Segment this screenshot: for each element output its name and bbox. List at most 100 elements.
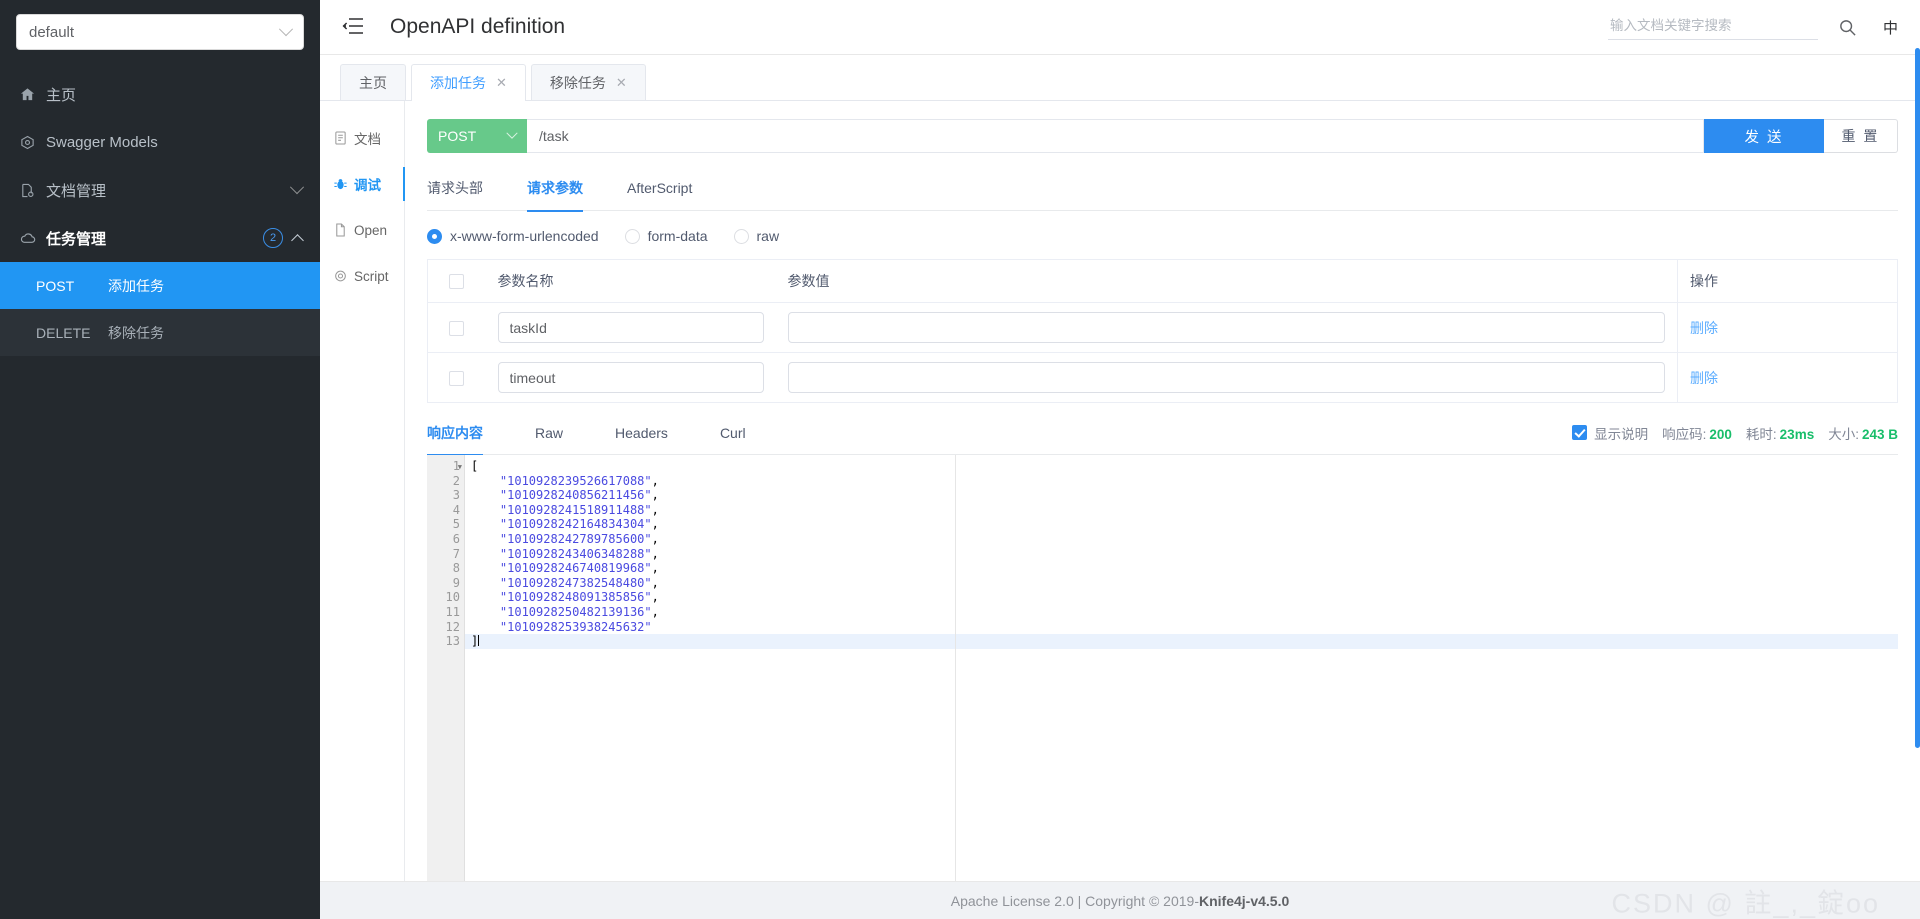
param-value-input[interactable] (787, 362, 1665, 393)
sidebar-subitem-add-task[interactable]: POST 添加任务 (0, 262, 320, 309)
body-type-radio-group: x-www-form-urlencoded form-data raw (427, 215, 1898, 257)
select-all-checkbox[interactable] (449, 274, 465, 290)
leftnav-item-doc[interactable]: 文档 (320, 115, 404, 161)
response-body-editor[interactable]: 1 ▼ 2 3 4 5 6 7 8 9 10 11 12 13 [ "101092823952661708… (427, 455, 1898, 881)
http-method-select[interactable]: POST (427, 119, 527, 153)
sidebar-subitem-remove-task[interactable]: DELETE 移除任务 (0, 309, 320, 356)
search-wrap (1607, 14, 1857, 40)
reset-button[interactable]: 重 置 (1824, 119, 1898, 153)
leftnav-item-script[interactable]: Script (320, 253, 404, 299)
sidebar-item-label-doc: 文档管理 (46, 182, 107, 200)
sidebar-nav: 主页 Swagger Models 文档管理 任务管理 2 POST 添加任务 … (0, 70, 320, 356)
sidebar-subitem-method-post: POST (36, 277, 75, 294)
chevron-up-icon[interactable] (291, 233, 304, 247)
tab-label-remove-task: 移除任务 (549, 74, 606, 91)
radio-form-data[interactable]: form-data (624, 228, 708, 244)
language-toggle[interactable]: 中 (1883, 17, 1898, 38)
row-value-cell (775, 352, 1678, 403)
editor-code-line: "1010928239526617088", (499, 473, 659, 488)
sidebar-subitem-label-add-task: 添加任务 (108, 277, 164, 294)
editor-code-line: "1010928240856211456", (499, 488, 659, 503)
main-panel: OpenAPI definition 中 主页 添加任务 ✕ 移除任务 ✕ (320, 0, 1920, 919)
editor-line-number: 6 (452, 531, 460, 546)
search-icon[interactable] (1838, 18, 1857, 40)
request-url-input[interactable] (527, 119, 1704, 153)
elapsed-meta: 耗时: 23ms (1746, 423, 1814, 443)
radio-label-raw: raw (756, 228, 780, 244)
response-tab-headers[interactable]: Headers (615, 411, 668, 455)
leftnav-label-debug: 调试 (354, 178, 381, 193)
editor-line-number: 13 (445, 634, 460, 649)
editor-gutter: 1 ▼ 2 3 4 5 6 7 8 9 10 11 12 13 (427, 455, 465, 881)
body-area: 文档 调试 Open Script POST /task 发 送 重 置 请求头… (320, 0, 1920, 881)
sidebar-item-home[interactable]: 主页 (0, 70, 320, 118)
tab-home[interactable]: 主页 (340, 64, 406, 100)
editor-line-number: 12 (445, 619, 460, 634)
main-scrollbar[interactable] (1915, 0, 1920, 881)
editor-code-area[interactable]: [ "1010928239526617088", "10109282408562… (465, 455, 1898, 881)
tab-bar: 主页 添加任务 ✕ 移除任务 ✕ (320, 55, 1920, 101)
delete-param-link[interactable]: 删除 (1690, 320, 1718, 336)
radio-raw[interactable]: raw (733, 228, 780, 244)
row-checkbox-cell (427, 352, 486, 403)
show-description-label: 显示说明 (1594, 426, 1649, 442)
status-badge: 2 (263, 228, 283, 248)
editor-line-number: 9 (452, 575, 460, 590)
response-tab-raw[interactable]: Raw (535, 411, 563, 455)
close-icon[interactable]: ✕ (496, 75, 507, 91)
radio-dot-icon (733, 228, 749, 244)
row-action-cell: 删除 (1677, 302, 1898, 353)
leftnav-item-open[interactable]: Open (320, 207, 404, 253)
scrollbar-thumb[interactable] (1915, 48, 1920, 748)
sidebar-item-doc-manage[interactable]: 文档管理 (0, 166, 320, 214)
sidebar-item-task-manage[interactable]: 任务管理 2 (0, 214, 320, 262)
row-checkbox[interactable] (449, 320, 465, 336)
status-code-value: 200 (1709, 426, 1732, 442)
param-name-input[interactable] (497, 362, 764, 393)
response-tab-body[interactable]: 响应内容 (427, 411, 483, 456)
close-icon[interactable]: ✕ (616, 75, 627, 91)
topbar: OpenAPI definition 中 (320, 0, 1920, 55)
search-input[interactable] (1607, 14, 1818, 40)
row-checkbox[interactable] (449, 370, 465, 386)
request-tab-headers[interactable]: 请求头部 (427, 165, 483, 211)
watermark: CSDN @ 註_,_錠oo (1611, 888, 1880, 918)
sidebar-item-label-models: Swagger Models (46, 133, 158, 151)
editor-code-line: "1010928242789785600", (499, 531, 659, 546)
tab-remove-task[interactable]: 移除任务 ✕ (530, 64, 646, 100)
sidebar-subitem-label-remove-task: 移除任务 (108, 324, 164, 341)
service-select[interactable]: default (16, 14, 304, 50)
delete-param-link[interactable]: 删除 (1690, 370, 1718, 386)
param-value-input[interactable] (787, 312, 1665, 343)
fold-toggle-icon[interactable]: ▼ (458, 460, 462, 475)
show-description-checkbox[interactable] (1572, 425, 1588, 440)
response-tab-curl[interactable]: Curl (720, 411, 746, 455)
app-root: default 主页 Swagger Models 文档管理 任务管理 2 PO… (0, 0, 1920, 919)
editor-code-line: "1010928253938245632" (499, 619, 652, 634)
page-title: OpenAPI definition (390, 15, 566, 38)
header-action: 操作 (1677, 259, 1898, 303)
tab-add-task[interactable]: 添加任务 ✕ (411, 64, 526, 101)
script-icon (334, 269, 354, 283)
request-tab-params[interactable]: 请求参数 (527, 165, 583, 212)
editor-print-margin (955, 455, 956, 881)
row-name-cell (485, 302, 776, 353)
leftnav-item-debug[interactable]: 调试 (320, 161, 405, 207)
editor-line-number: 8 (452, 561, 460, 576)
chevron-down-icon[interactable] (289, 180, 305, 195)
editor-code-line: "1010928243406348288", (499, 546, 659, 561)
radio-label-urlencoded: x-www-form-urlencoded (450, 228, 599, 244)
request-tab-afterscript[interactable]: AfterScript (627, 165, 692, 211)
sidebar-item-swagger-models[interactable]: Swagger Models (0, 118, 320, 166)
radio-x-www-form-urlencoded[interactable]: x-www-form-urlencoded (427, 228, 599, 244)
http-method-value: POST (438, 128, 477, 144)
tab-label-add-task: 添加任务 (430, 74, 486, 91)
sidebar-select-wrap: default (0, 0, 320, 60)
param-name-input[interactable] (497, 312, 764, 343)
radio-dot-icon (624, 228, 640, 244)
collapse-menu-icon[interactable] (342, 17, 364, 37)
send-button[interactable]: 发 送 (1704, 119, 1824, 153)
row-name-cell (485, 352, 776, 403)
header-param-name: 参数名称 (485, 259, 776, 303)
footer-suffix: 2019- (1159, 892, 1199, 909)
